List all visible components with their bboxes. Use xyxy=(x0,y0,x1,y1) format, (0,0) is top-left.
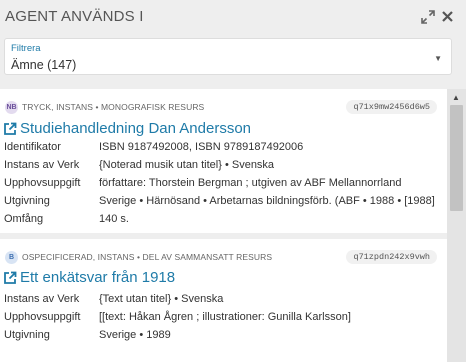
property-value: {Text utan titel} • Svenska xyxy=(99,293,224,305)
property-row: Identifikator ISBN 9187492008, ISBN 9789… xyxy=(4,141,303,153)
property-row: Upphovsuppgift [[text: Håkan Ågren ; ill… xyxy=(4,311,351,323)
property-row: Instans av Verk {Noterad musik utan tite… xyxy=(4,159,274,171)
property-label: Utgivning xyxy=(4,195,50,207)
result-card: NB TRYCK, INSTANS • MONOGRAFISK RESURS q… xyxy=(0,89,447,233)
results-list: NB TRYCK, INSTANS • MONOGRAFISK RESURS q… xyxy=(0,89,447,362)
expand-icon[interactable] xyxy=(421,10,435,24)
result-id: q71zpdn242x9vwh xyxy=(346,250,437,264)
property-value: Sverige • Härnösand • Arbetarnas bildnin… xyxy=(99,195,435,207)
property-value: [[text: Håkan Ågren ; illustrationer: Gu… xyxy=(99,311,351,323)
property-value: författare: Thorstein Bergman ; utgiven … xyxy=(99,177,402,189)
external-link-icon xyxy=(4,122,17,135)
scrollbar-thumb[interactable] xyxy=(450,105,463,211)
property-row: Upphovsuppgift författare: Thorstein Ber… xyxy=(4,177,401,189)
external-link-icon xyxy=(4,271,17,284)
property-label: Omfång xyxy=(4,213,44,225)
type-badge: NB xyxy=(5,101,18,114)
filter-label: Filtrera xyxy=(11,43,41,54)
property-label: Utgivning xyxy=(4,329,50,341)
result-id: q71x9mw2456d6w5 xyxy=(346,100,437,114)
filter-select[interactable]: Filtrera Ämne (147) ▼ xyxy=(4,38,452,75)
property-label: Upphovsuppgift xyxy=(4,177,81,189)
filter-selected-value: Ämne (147) xyxy=(11,58,77,72)
result-title: Studiehandledning Dan Andersson xyxy=(20,120,252,137)
type-badge: B xyxy=(5,251,18,264)
property-row: Utgivning Sverige • Härnösand • Arbetarn… xyxy=(4,195,435,207)
property-row: Instans av Verk {Text utan titel} • Sven… xyxy=(4,293,223,305)
property-value: {Noterad musik utan titel} • Svenska xyxy=(99,159,275,171)
panel-title: AGENT ANVÄNDS I xyxy=(5,8,144,25)
property-value: ISBN 9187492008, ISBN 9789187492006 xyxy=(99,141,304,153)
result-meta: TRYCK, INSTANS • MONOGRAFISK RESURS xyxy=(22,102,205,112)
property-label: Identifikator xyxy=(4,141,61,153)
scroll-up-arrow-icon[interactable]: ▲ xyxy=(452,93,460,102)
property-value: 140 s. xyxy=(99,213,129,225)
property-label: Instans av Verk xyxy=(4,293,80,305)
result-title-link[interactable]: Studiehandledning Dan Andersson xyxy=(3,120,251,137)
panel-header: AGENT ANVÄNDS I xyxy=(0,0,466,34)
result-meta: OSPECIFICERAD, INSTANS • DEL AV SAMMANSA… xyxy=(22,252,273,262)
result-title: Ett enkätsvar från 1918 xyxy=(20,269,176,286)
property-label: Instans av Verk xyxy=(4,159,80,171)
close-icon[interactable] xyxy=(441,10,454,23)
property-value: Sverige • 1989 xyxy=(99,329,171,341)
property-row: Utgivning Sverige • 1989 xyxy=(4,329,171,341)
chevron-down-icon: ▼ xyxy=(434,54,442,63)
property-label: Upphovsuppgift xyxy=(4,311,81,323)
result-title-link[interactable]: Ett enkätsvar från 1918 xyxy=(3,269,175,286)
result-card: B OSPECIFICERAD, INSTANS • DEL AV SAMMAN… xyxy=(0,239,447,362)
property-row: Omfång 140 s. xyxy=(4,213,129,225)
